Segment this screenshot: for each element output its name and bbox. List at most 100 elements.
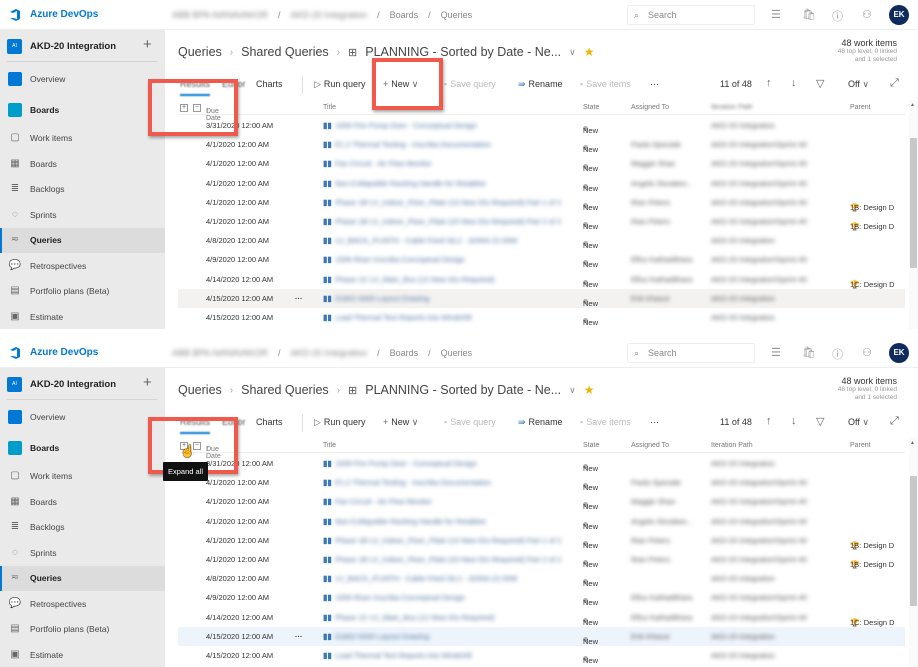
sidebar-item-sprints[interactable]: ◌ Sprints (0, 203, 165, 228)
breadcrumb-project[interactable]: AKD-20 Integration (291, 348, 368, 358)
chevron-down-icon[interactable]: ∨ (569, 385, 576, 396)
save-query-button[interactable]: ▪ Save query (444, 417, 496, 427)
table-row[interactable]: 4/1/2020 12:00 AM ▮▮ Fan Circuit - Air Flo… (178, 154, 905, 173)
row-more-actions-icon[interactable]: ··· (295, 632, 303, 641)
title-cell[interactable]: 1506 Fire Pump Door - Conceptual Design (335, 121, 477, 130)
title-cell[interactable]: 01802-0000 Layout Drawing (335, 632, 429, 641)
breadcrumb-queries[interactable]: Queries (441, 348, 473, 358)
search-input[interactable]: ⌕ Search (627, 5, 755, 25)
save-items-button[interactable]: ▪ Save items (580, 417, 631, 427)
sidebar-item-portfolio-plans[interactable]: ▤ Portfolio plans (Beta) (0, 617, 165, 642)
help-icon[interactable]: ⓘ (832, 346, 843, 362)
header-crumb-queries[interactable]: Queries (178, 383, 222, 397)
brand-name[interactable]: Azure DevOps (30, 9, 98, 20)
title-cell[interactable]: Phase 1B LV_Indoor_Floor_Plate (20 New I… (335, 555, 561, 564)
sidebar-item-estimate[interactable]: ▣ Estimate (0, 643, 165, 667)
row-more-actions-icon[interactable]: ··· (295, 294, 303, 303)
save-items-button[interactable]: ▪ Save items (580, 79, 631, 89)
breadcrumb-boards[interactable]: Boards (390, 348, 419, 358)
column-header-title[interactable]: Title (323, 104, 336, 111)
title-cell[interactable]: Non-Collapsible Racking Handle for Retab… (335, 179, 486, 188)
task-list-icon[interactable]: ☰ (771, 8, 781, 21)
column-header-parent[interactable]: Parent (850, 104, 871, 111)
table-row[interactable]: 4/15/2020 12:00 AM ··· ▮▮ 01802-0000 Layout… (178, 626, 905, 646)
run-query-button[interactable]: ▷ Run query (314, 417, 365, 428)
title-cell[interactable]: Load Thermal Test Reports into Windchill (335, 313, 471, 322)
table-row[interactable]: 4/1/2020 12:00 AM ▮▮ Non-Collapsible Racki… (178, 174, 905, 193)
table-row[interactable]: 4/1/2020 12:00 AM ▮▮ E1.2 Thermal Testing … (178, 135, 905, 154)
marketplace-bag-icon[interactable]: 🛍 (802, 346, 816, 359)
title-cell[interactable]: Phase 1B LV_Indoor_Floor_Plate (20 New I… (335, 217, 561, 226)
breadcrumb-boards[interactable]: Boards (390, 10, 419, 20)
breadcrumb-org[interactable]: ABB BPA-NANAVAKOR (172, 348, 268, 358)
title-cell[interactable]: Fan Circuit - Air Flow Monitor (335, 497, 432, 506)
table-row[interactable]: 4/15/2020 12:00 AM ▮▮ Load Thermal Test Re… (178, 308, 905, 327)
arrow-down-icon[interactable]: ↓ (791, 415, 797, 427)
table-row[interactable]: 4/14/2020 12:00 AM ▮▮ Phase 1C LV_Main_Bus… (178, 608, 905, 627)
sidebar-item-work-items[interactable]: ▢ Work items (0, 464, 165, 489)
tab-charts[interactable]: Charts (256, 417, 283, 427)
header-crumb-queries[interactable]: Queries (178, 45, 222, 59)
title-cell[interactable]: Load Thermal Test Reports into Windchill (335, 651, 471, 660)
grid-scrollbar[interactable]: ▲ (909, 100, 918, 329)
table-row[interactable]: 4/1/2020 12:00 AM ▮▮ Non-Collapsible Racki… (178, 512, 905, 531)
tab-charts[interactable]: Charts (256, 79, 283, 89)
sidebar-item-boards[interactable]: ▦ Boards (0, 152, 165, 177)
project-name[interactable]: AKD-20 Integration (30, 41, 116, 52)
table-row[interactable]: 4/8/2020 12:00 AM ▮▮ LV_BACK_PLINTH - Cabl… (178, 569, 905, 588)
column-header-assigned-to[interactable]: Assigned To (631, 104, 669, 111)
sidebar-item-queries[interactable]: ≂ Queries (0, 566, 165, 591)
title-cell[interactable]: E1.2 Thermal Testing - Inscriba Document… (335, 478, 491, 487)
column-header-state[interactable]: State (583, 104, 599, 111)
more-actions-button[interactable]: ··· (650, 79, 659, 89)
user-settings-icon[interactable]: ⚇ (862, 8, 872, 21)
rename-button[interactable]: ⇛ Rename (518, 417, 563, 428)
project-name[interactable]: AKD-20 Integration (30, 379, 116, 390)
column-header-iteration-path[interactable]: Iteration Path (711, 104, 753, 111)
column-header-title[interactable]: Title (323, 442, 336, 449)
column-header-iteration-path[interactable]: Iteration Path (711, 442, 753, 449)
avatar[interactable]: EK (889, 5, 909, 25)
table-row[interactable]: 3/31/2020 12:00 AM ▮▮ 1506 Fire Pump Door … (178, 454, 905, 473)
arrow-up-icon[interactable]: ↑ (766, 415, 772, 427)
chevron-down-icon[interactable]: ∨ (569, 47, 576, 58)
title-cell[interactable]: Phase 1B LV_Indoor_Floor_Plate (10 New I… (335, 536, 561, 545)
user-settings-icon[interactable]: ⚇ (862, 346, 872, 359)
filter-mode-dropdown[interactable]: Off ∨ (848, 417, 872, 428)
table-row[interactable]: 4/1/2020 12:00 AM ▮▮ Phase 1B LV_Indoor_Fl… (178, 531, 905, 550)
sidebar-item-backlogs[interactable]: ≣ Backlogs (0, 515, 165, 540)
scroll-up-icon[interactable]: ▲ (910, 102, 915, 108)
table-row[interactable]: 4/8/2020 12:00 AM ▮▮ LV_BACK_PLINTH - Cabl… (178, 231, 905, 250)
table-row[interactable]: 4/1/2020 12:00 AM ▮▮ Phase 1B LV_Indoor_Fl… (178, 212, 905, 231)
sidebar-item-overview[interactable]: Overview (0, 405, 165, 430)
project-selector[interactable]: AI AKD-20 Integration + (0, 374, 165, 394)
fullscreen-icon[interactable]: ⤢ (890, 77, 899, 90)
table-row[interactable]: 4/15/2020 12:00 AM ▮▮ Load Thermal Test Re… (178, 646, 905, 665)
sidebar-item-retrospectives[interactable]: 💬 Retrospectives (0, 254, 165, 279)
avatar[interactable]: EK (889, 343, 909, 363)
title-cell[interactable]: LV_BACK_PLINTH - Cable Feed SiL2 - 3200A… (335, 574, 517, 583)
column-header-assigned-to[interactable]: Assigned To (631, 442, 669, 449)
title-cell[interactable]: Phase 1B LV_Indoor_Floor_Plate (10 New I… (335, 198, 561, 207)
run-query-button[interactable]: ▷ Run query (314, 79, 365, 90)
title-cell[interactable]: Phase 1C LV_Main_Bus (12 New IDs Require… (335, 275, 495, 284)
table-row[interactable]: 3/31/2020 12:00 AM ▮▮ 1506 Fire Pump Door … (178, 116, 905, 135)
title-cell[interactable]: LV_BACK_PLINTH - Cable Feed SiL2 - 3200A… (335, 236, 517, 245)
search-input[interactable]: ⌕ Search (627, 343, 755, 363)
sidebar-item-work-items[interactable]: ▢ Work items (0, 126, 165, 151)
table-row[interactable]: 4/15/2020 12:00 AM ··· ▮▮ 01802-0000 Layout… (178, 288, 905, 308)
table-row[interactable]: 4/1/2020 12:00 AM ▮▮ Phase 1B LV_Indoor_Fl… (178, 550, 905, 569)
favorite-star-icon[interactable]: ★ (584, 383, 595, 397)
fullscreen-icon[interactable]: ⤢ (890, 415, 899, 428)
table-row[interactable]: 4/1/2020 12:00 AM ▮▮ Phase 1B LV_Indoor_Fl… (178, 193, 905, 212)
sidebar-item-backlogs[interactable]: ≣ Backlogs (0, 177, 165, 202)
rename-button[interactable]: ⇛ Rename (518, 79, 563, 90)
sidebar-item-boards-hub[interactable]: Boards (0, 98, 165, 123)
scrollbar-thumb[interactable] (910, 476, 917, 606)
header-crumb-shared-queries[interactable]: Shared Queries (241, 45, 329, 59)
arrow-up-icon[interactable]: ↑ (766, 77, 772, 89)
column-header-parent[interactable]: Parent (850, 442, 871, 449)
column-header-state[interactable]: State (583, 442, 599, 449)
sidebar-item-estimate[interactable]: ▣ Estimate (0, 305, 165, 329)
title-cell[interactable]: Phase 1C LV_Main_Bus (12 New IDs Require… (335, 613, 495, 622)
